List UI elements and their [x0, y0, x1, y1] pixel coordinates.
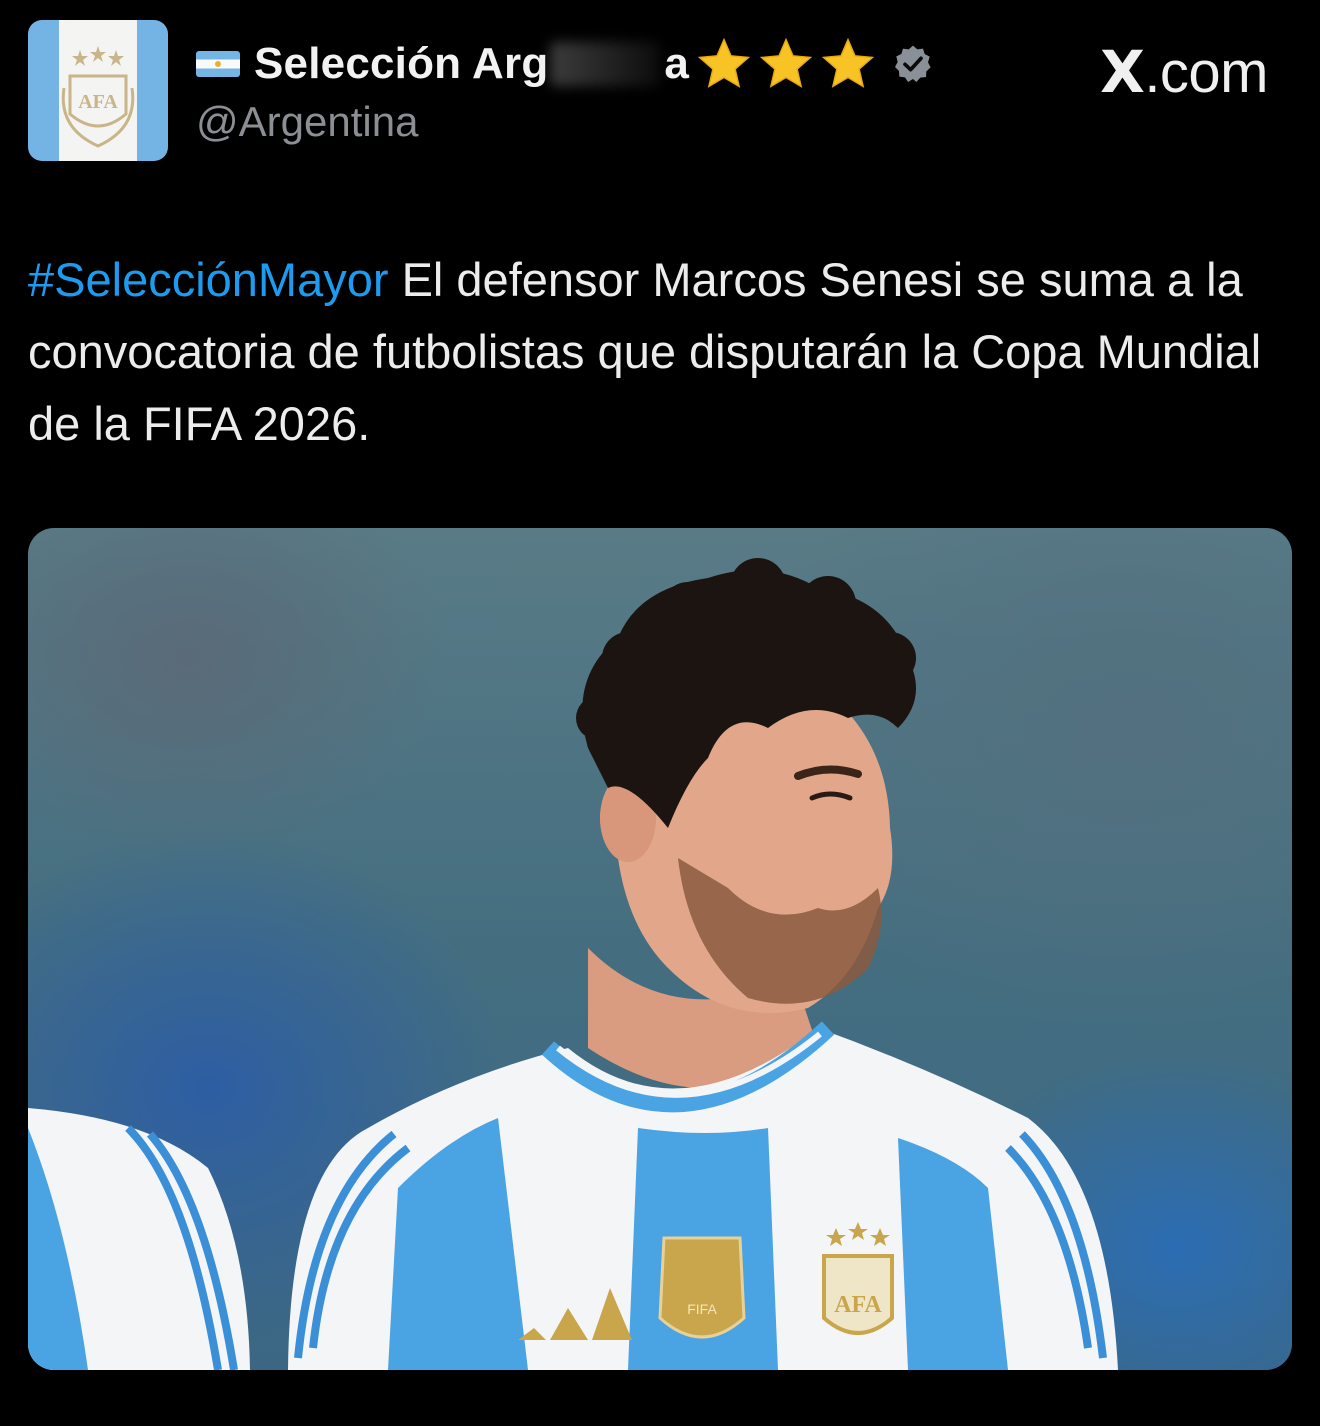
stars	[695, 36, 881, 92]
account-avatar[interactable]: AFA	[28, 20, 168, 161]
star-icon	[759, 37, 813, 88]
hair-curl	[576, 696, 620, 740]
account-handle[interactable]: @Argentina	[196, 98, 418, 146]
fifa-badge	[658, 1236, 746, 1339]
hashtag-link[interactable]: #SelecciónMayor	[28, 253, 389, 306]
hair-curl	[602, 632, 654, 684]
fifa-badge-text: FIFA	[687, 1301, 717, 1317]
player-illustration: FIFA AFA	[28, 558, 1118, 1370]
obscured-name-segment	[550, 42, 661, 86]
argentina-flag-icon	[196, 51, 240, 77]
svg-text:AFA: AFA	[78, 91, 118, 113]
display-name-tail: a	[664, 39, 689, 88]
verified-badge-icon	[894, 45, 931, 82]
hair-curl	[730, 558, 786, 614]
x-brand-logo: X.com	[1100, 38, 1268, 106]
x-logo-icon: X	[1100, 38, 1145, 106]
star-icon	[821, 37, 875, 88]
hair-curl	[864, 632, 916, 684]
display-name: Selección Arg	[254, 39, 549, 88]
star-icon	[697, 37, 751, 88]
tweet-text: #SelecciónMayor El defensor Marcos Senes…	[28, 244, 1278, 460]
hair-curl	[800, 576, 856, 632]
brand-domain: .com	[1144, 40, 1268, 105]
tweet-media-photo[interactable]: FIFA AFA	[28, 528, 1292, 1370]
afa-crest-icon: AFA	[61, 46, 135, 148]
account-name-row[interactable]: Selección Arg a	[196, 36, 933, 92]
svg-text:AFA: AFA	[834, 1292, 882, 1318]
hair-curl	[662, 582, 714, 634]
